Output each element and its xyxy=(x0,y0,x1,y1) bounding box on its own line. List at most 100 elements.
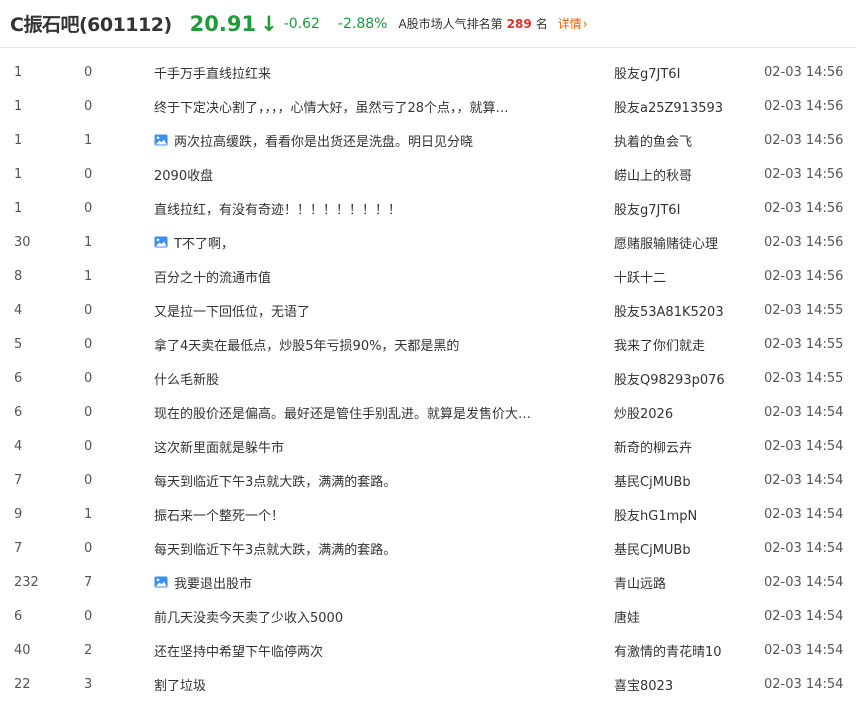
post-title-link[interactable]: 前几天没卖今天卖了少收入5000 xyxy=(154,607,614,626)
post-read-count: 1 xyxy=(14,166,23,182)
post-row: 4 0 又是拉一下回低位，无语了 股友53A81K5203 02-03 14:55 xyxy=(0,293,856,327)
post-row: 9 1 振石来一个整死一个！ 股友hG1mpN 02-03 14:54 xyxy=(0,497,856,531)
popularity-rank-label: A股市场人气排名第 xyxy=(398,17,503,31)
post-reply-count: 0 xyxy=(84,64,93,80)
post-reply-count: 2 xyxy=(84,642,93,658)
post-list: 1 0 千手万手直线拉红来 股友g7JT6I 02-03 14:56 1 0 终于下定决心割了… xyxy=(0,55,856,701)
post-read-count: 1 xyxy=(14,64,23,80)
post-author-link[interactable]: 股友g7JT6I xyxy=(614,199,764,218)
details-link[interactable]: 详情› xyxy=(558,15,588,32)
post-title-text: 什么毛新股 xyxy=(154,372,220,388)
post-title-link[interactable]: 割了垃圾 xyxy=(154,675,614,694)
stock-bar-title[interactable]: C振石吧(601112) xyxy=(10,10,172,37)
post-title-link[interactable]: 每天到临近下午3点就大跌，满满的套路。 xyxy=(154,539,614,558)
post-title-link[interactable]: 现在的股价还是偏高。最好还是管住手别乱进。就算是发售价大… xyxy=(154,403,614,422)
post-read-count: 1 xyxy=(14,132,23,148)
post-author-link[interactable]: 青山远路 xyxy=(614,573,764,592)
post-author-link[interactable]: 我来了你们就走 xyxy=(614,335,764,354)
post-time: 02-03 14:56 xyxy=(764,234,844,250)
post-row: 6 0 现在的股价还是偏高。最好还是管住手别乱进。就算是发售价大… 炒股2026 02-… xyxy=(0,395,856,429)
post-author-link[interactable]: 十跃十二 xyxy=(614,267,764,286)
post-time: 02-03 14:55 xyxy=(764,302,844,318)
post-author-link[interactable]: 有激情的青花晴10 xyxy=(614,641,764,660)
post-read-count: 1 xyxy=(14,200,23,216)
post-reply-count: 1 xyxy=(84,132,93,148)
post-title-link[interactable]: T不了啊， xyxy=(154,233,614,252)
post-row: 1 0 直线拉红，有没有奇迹！！！！！！！！！ 股友g7JT6I 02-03 14:56 xyxy=(0,191,856,225)
post-title-text: 拿了4天卖在最低点，炒股5年亏损90%，天都是黑的 xyxy=(154,338,460,354)
post-row: 6 0 什么毛新股 股友Q98293p076 02-03 14:55 xyxy=(0,361,856,395)
post-author-link[interactable]: 股友Q98293p076 xyxy=(614,369,764,388)
post-time: 02-03 14:56 xyxy=(764,98,844,114)
post-author-link[interactable]: 股友a25Z913593 xyxy=(614,97,764,116)
post-title-text: 百分之十的流通市值 xyxy=(154,270,272,286)
post-author-link[interactable]: 基民CjMUBb xyxy=(614,471,764,490)
post-read-count: 6 xyxy=(14,370,23,386)
post-read-count: 4 xyxy=(14,438,23,454)
post-read-count: 5 xyxy=(14,336,23,352)
post-reply-count: 0 xyxy=(84,404,93,420)
post-title-text: 直线拉红，有没有奇迹！！！！！！！！！ xyxy=(154,202,402,218)
post-author-link[interactable]: 基民CjMUBb xyxy=(614,539,764,558)
post-read-count: 6 xyxy=(14,404,23,420)
post-author-link[interactable]: 股友53A81K5203 xyxy=(614,301,764,320)
post-read-count: 30 xyxy=(14,234,31,250)
post-read-count: 7 xyxy=(14,540,23,556)
post-title-link[interactable]: 什么毛新股 xyxy=(154,369,614,388)
post-reply-count: 0 xyxy=(84,370,93,386)
post-row: 6 0 前几天没卖今天卖了少收入5000 唐娃 02-03 14:54 xyxy=(0,599,856,633)
post-title-text: 还在坚持中希望下午临停两次 xyxy=(154,644,324,660)
post-title-link[interactable]: 终于下定决心割了，，，，心情大好，虽然亏了28个点，，就算… xyxy=(154,97,614,116)
post-time: 02-03 14:54 xyxy=(764,404,844,420)
post-read-count: 232 xyxy=(14,574,39,590)
post-reply-count: 0 xyxy=(84,166,93,182)
post-title-text: 每天到临近下午3点就大跌，满满的套路。 xyxy=(154,474,397,490)
post-title-link[interactable]: 振石来一个整死一个！ xyxy=(154,505,614,524)
post-title-text: 振石来一个整死一个！ xyxy=(154,508,285,524)
post-author-link[interactable]: 喜宝8023 xyxy=(614,675,764,694)
post-author-link[interactable]: 股友g7JT6I xyxy=(614,63,764,82)
post-reply-count: 0 xyxy=(84,302,93,318)
post-title-text: 两次拉高缓跌，看看你是出货还是洗盘。明日见分晓 xyxy=(174,134,474,150)
post-author-link[interactable]: 执着的鱼会飞 xyxy=(614,131,764,150)
post-reply-count: 7 xyxy=(84,574,93,590)
post-title-link[interactable]: 千手万手直线拉红来 xyxy=(154,63,614,82)
chevron-right-icon: › xyxy=(582,17,588,31)
post-title-link[interactable]: 百分之十的流通市值 xyxy=(154,267,614,286)
post-time: 02-03 14:54 xyxy=(764,438,844,454)
post-reply-count: 0 xyxy=(84,98,93,114)
post-row: 5 0 拿了4天卖在最低点，炒股5年亏损90%，天都是黑的 我来了你们就走 02-03 … xyxy=(0,327,856,361)
post-row: 40 2 还在坚持中希望下午临停两次 有激情的青花晴10 02-03 14:54 xyxy=(0,633,856,667)
post-title-link[interactable]: 又是拉一下回低位，无语了 xyxy=(154,301,614,320)
post-title-link[interactable]: 直线拉红，有没有奇迹！！！！！！！！！ xyxy=(154,199,614,218)
post-read-count: 6 xyxy=(14,608,23,624)
post-reply-count: 1 xyxy=(84,234,93,250)
post-author-link[interactable]: 崂山上的秋哥 xyxy=(614,165,764,184)
post-author-link[interactable]: 新奇的柳云卉 xyxy=(614,437,764,456)
post-title-link[interactable]: 这次新里面就是躲牛市 xyxy=(154,437,614,456)
image-icon xyxy=(154,236,168,248)
post-author-link[interactable]: 炒股2026 xyxy=(614,403,764,422)
post-row: 7 0 每天到临近下午3点就大跌，满满的套路。 基民CjMUBb 02-03 14:54 xyxy=(0,463,856,497)
post-title-link[interactable]: 拿了4天卖在最低点，炒股5年亏损90%，天都是黑的 xyxy=(154,335,614,354)
post-row: 8 1 百分之十的流通市值 十跃十二 02-03 14:56 xyxy=(0,259,856,293)
post-time: 02-03 14:54 xyxy=(764,574,844,590)
post-title-link[interactable]: 还在坚持中希望下午临停两次 xyxy=(154,641,614,660)
price-change-percent: -2.88% xyxy=(337,15,388,32)
post-author-link[interactable]: 股友hG1mpN xyxy=(614,505,764,524)
post-title-text: 终于下定决心割了，，，，心情大好，虽然亏了28个点，，就算… xyxy=(154,100,509,116)
post-time: 02-03 14:56 xyxy=(764,166,844,182)
post-author-link[interactable]: 愿赌服输赌徒心理 xyxy=(614,233,764,252)
post-read-count: 7 xyxy=(14,472,23,488)
post-title-link[interactable]: 我要退出股市 xyxy=(154,573,614,592)
post-title-link[interactable]: 2090收盘 xyxy=(154,165,614,184)
post-title-link[interactable]: 两次拉高缓跌，看看你是出货还是洗盘。明日见分晓 xyxy=(154,131,614,150)
post-title-text: 2090收盘 xyxy=(154,168,214,184)
post-time: 02-03 14:54 xyxy=(764,642,844,658)
post-time: 02-03 14:55 xyxy=(764,370,844,386)
post-author-link[interactable]: 唐娃 xyxy=(614,607,764,626)
post-row: 1 0 千手万手直线拉红来 股友g7JT6I 02-03 14:56 xyxy=(0,55,856,89)
post-read-count: 22 xyxy=(14,676,31,692)
image-icon xyxy=(154,576,168,588)
post-title-link[interactable]: 每天到临近下午3点就大跌，满满的套路。 xyxy=(154,471,614,490)
